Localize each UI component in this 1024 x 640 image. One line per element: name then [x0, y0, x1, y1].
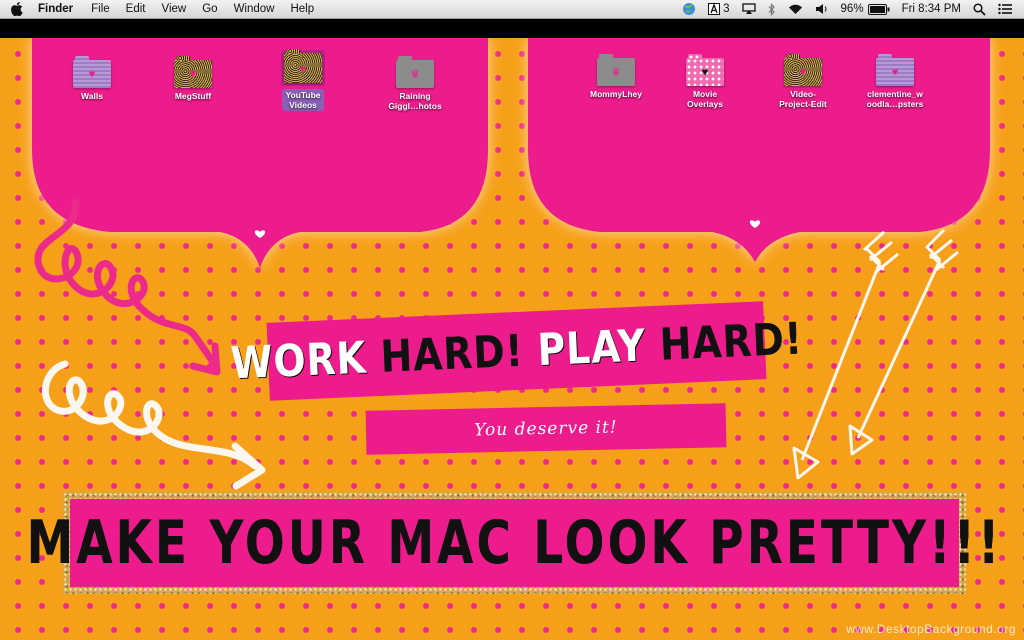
adobe-icon[interactable]: 3: [708, 3, 730, 15]
spotlight-search-icon[interactable]: [973, 2, 986, 16]
folder-icon: ♥: [174, 56, 212, 88]
play-word: PLAY: [536, 319, 647, 376]
hard-word-2: HARD!: [658, 313, 804, 371]
make-your-mac-look-pretty-banner: MAKE YOUR MAC LOOK PRETTY!!!: [27, 492, 999, 594]
pretty-banner-inner: MAKE YOUR MAC LOOK PRETTY!!!: [27, 499, 999, 587]
globe-icon[interactable]: [682, 2, 696, 16]
you-deserve-it-banner: You deserve it!: [365, 403, 727, 455]
desktop-icon-label: clementine_w oodla…psters: [866, 89, 924, 109]
desktop-icon-raining-giggles-photos[interactable]: ♛ Raining Giggl…hotos: [375, 56, 455, 111]
wifi-icon[interactable]: [788, 4, 803, 15]
folder-icon: ♥: [73, 56, 111, 88]
desktop-icon-clementine-woodlapsters[interactable]: ♥ clementine_w oodla…psters: [855, 54, 935, 109]
battery-icon: [867, 3, 890, 15]
desktop-icon-label: Raining Giggl…hotos: [388, 91, 442, 111]
bluetooth-icon[interactable]: [768, 2, 776, 16]
notification-center-icon[interactable]: [998, 3, 1012, 15]
folder-icon: ♛: [597, 54, 635, 86]
folder-icon: ♥: [284, 49, 322, 83]
menu-finder[interactable]: Finder: [38, 3, 73, 15]
desktop-icon-label: YouTube Videos: [282, 89, 324, 111]
desktop-icon-label: MegStuff: [174, 91, 212, 101]
work-word: WORK: [229, 332, 368, 389]
desktop-icon-label: Movie Overlays: [687, 89, 723, 109]
adobe-badge-count: 3: [723, 3, 730, 15]
battery-percent: 96%: [840, 3, 864, 15]
battery-status[interactable]: 96%: [841, 3, 890, 15]
folder-icon: ♥: [686, 54, 724, 86]
menu-clock[interactable]: Fri 8:34 PM: [902, 3, 961, 15]
desktop[interactable]: ♥ Walls ♥ MegStuff ♥ YouTube Videos ♛ Ra…: [0, 38, 1024, 640]
menu-bar: Finder File Edit View Go Window Help 3 9…: [0, 0, 1024, 19]
hard-word-1: HARD!: [379, 325, 525, 383]
feather-arrows-icon: [792, 228, 959, 480]
desktop-icon-label: MommyLhey: [590, 89, 642, 99]
desktop-icon-movie-overlays[interactable]: ♥ Movie Overlays: [665, 54, 745, 109]
desktop-icon-mommylhey[interactable]: ♛ MommyLhey: [576, 54, 656, 99]
desktop-icon-walls[interactable]: ♥ Walls: [52, 56, 132, 101]
menu-edit[interactable]: Edit: [126, 3, 146, 15]
desktop-icon-megstuff[interactable]: ♥ MegStuff: [153, 56, 233, 101]
black-strip: [0, 19, 1024, 38]
menu-view[interactable]: View: [162, 3, 187, 15]
desktop-icon-label: Walls: [81, 91, 103, 101]
folder-icon: ♛: [396, 56, 434, 88]
desktop-icon-label: Video-Project-Edit: [779, 89, 827, 109]
menu-file[interactable]: File: [91, 3, 110, 15]
menu-help[interactable]: Help: [290, 3, 314, 15]
folder-icon: ♥: [876, 54, 914, 86]
selection-highlight: ♥: [281, 49, 325, 86]
apple-menu-icon[interactable]: [10, 2, 24, 16]
desktop-icon-video-project-edit[interactable]: ♥ Video-Project-Edit: [763, 54, 843, 109]
menu-window[interactable]: Window: [234, 3, 275, 15]
folder-icon: ♥: [784, 54, 822, 86]
volume-icon[interactable]: [815, 3, 829, 15]
pretty-banner-text: MAKE YOUR MAC LOOK PRETTY!!!: [26, 508, 1003, 578]
work-hard-play-hard-text: WORK HARD! PLAY HARD!: [229, 313, 803, 389]
watermark: www.DesktopBackground.org: [846, 622, 1016, 636]
desktop-icon-youtube-videos[interactable]: ♥ YouTube Videos: [263, 49, 343, 111]
airplay-icon[interactable]: [741, 3, 756, 15]
menu-go[interactable]: Go: [202, 3, 217, 15]
